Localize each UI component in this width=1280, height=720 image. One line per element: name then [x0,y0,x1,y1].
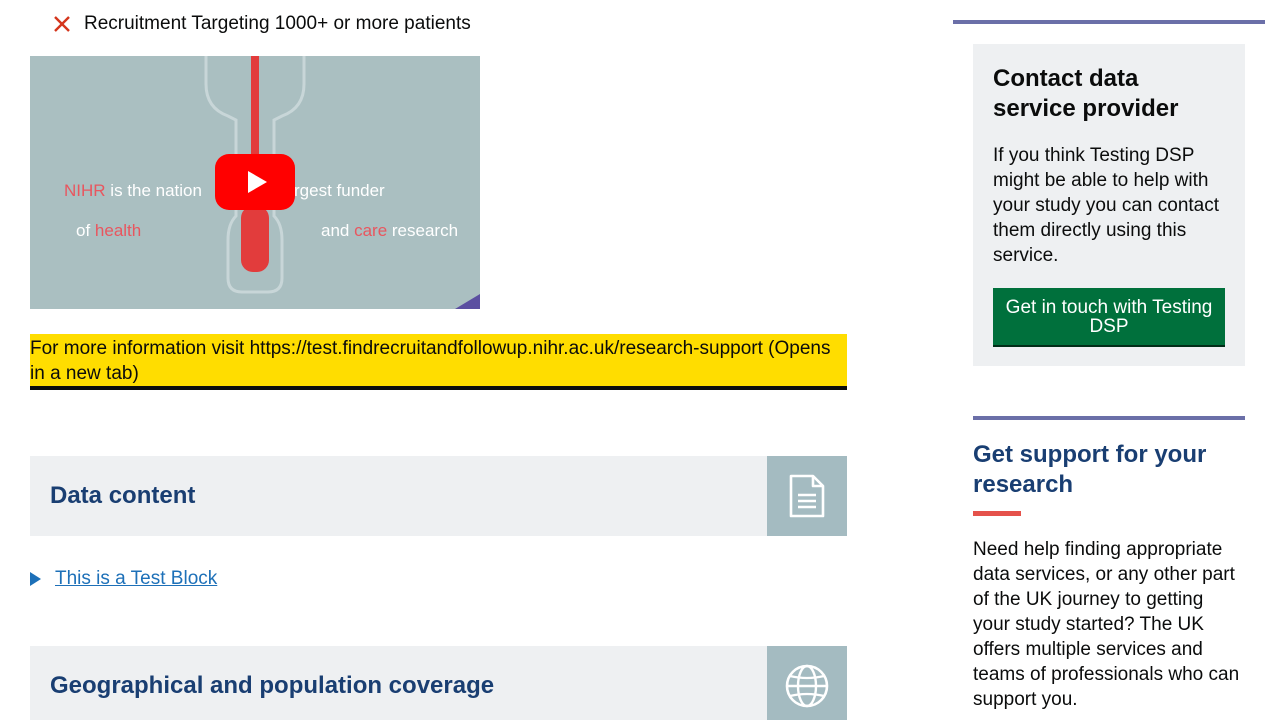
document-icon [767,456,847,536]
support-description: Need help finding appropriate data servi… [973,539,1240,710]
data-content-heading: Data content [50,482,196,509]
support-heading: Get support for your research [973,441,1207,498]
feature-item: Recruitment Targeting 1000+ or more pati… [52,10,471,38]
contact-heading: Contact data service provider [993,65,1179,122]
play-icon [247,171,267,193]
contact-description: If you think Testing DSP might be able t… [993,145,1220,266]
video-player[interactable]: NIHR is the nation rgest funder of healt… [30,56,480,309]
test-block-details[interactable]: This is a Test Block [30,566,217,592]
sidebar-top-divider [953,20,1265,24]
more-info-link[interactable]: For more information visit https://test.… [30,334,847,390]
geographical-heading: Geographical and population coverage [50,672,495,699]
video-caption-line2-end: and care research [321,221,459,240]
support-divider [973,416,1245,420]
triangle-right-icon [30,572,41,586]
get-in-touch-button[interactable]: Get in touch with Testing DSP [993,288,1225,347]
cross-icon [54,16,70,32]
contact-panel: Contact data service provider If you thi… [973,44,1245,366]
data-content-section: Data content [30,456,847,536]
geographical-section: Geographical and population coverage [30,646,847,720]
globe-icon [767,646,847,720]
feature-text: Recruitment Targeting 1000+ or more pati… [84,13,471,34]
play-button[interactable] [215,154,295,210]
video-caption-line2: of health [76,221,142,240]
video-caption-line1-end: rgest funder [294,181,385,200]
video-caption-line1: NIHR is the nation [64,181,202,200]
support-accent-bar [973,511,1021,516]
test-block-summary[interactable]: This is a Test Block [55,568,217,590]
